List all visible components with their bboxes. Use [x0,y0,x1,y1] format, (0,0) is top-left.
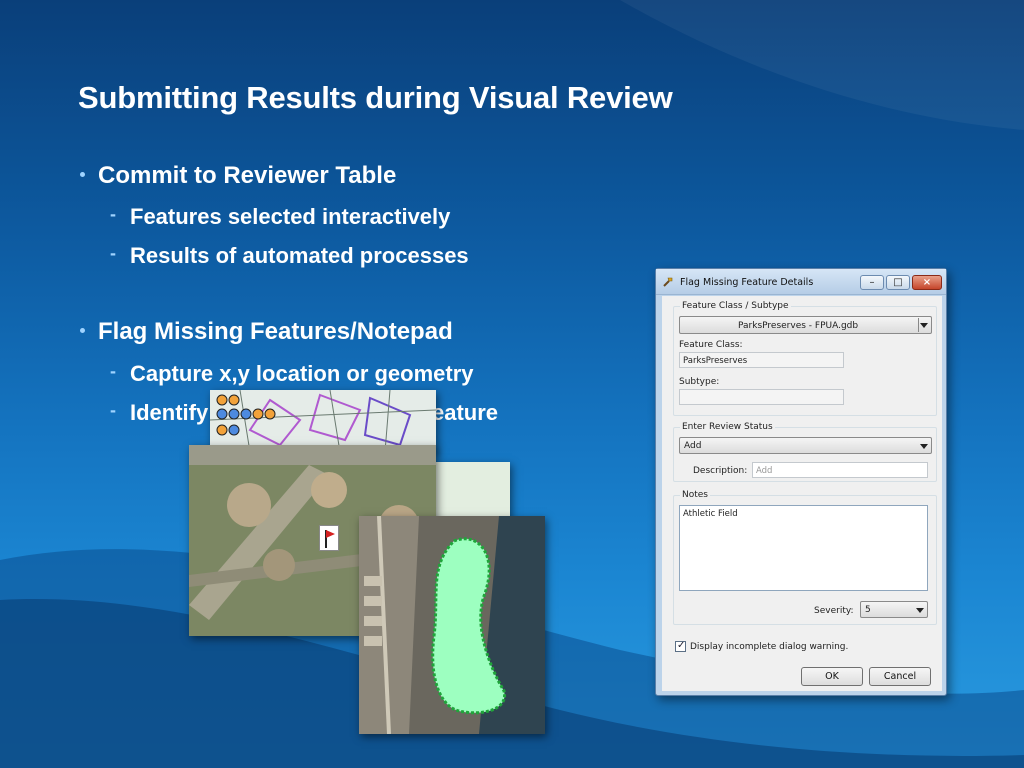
incomplete-warning-label: Display incomplete dialog warning. [690,642,849,652]
sub-bullet-automated-text: Results of automated processes [130,243,469,268]
minimize-button[interactable]: – [860,275,884,290]
hammer-icon [663,277,673,287]
dialog-client-area: Feature Class / Subtype ParksPreserves -… [662,296,942,691]
sub-bullet-feature-fragment-text: eature [432,400,499,425]
aerial-lake-image [359,516,545,734]
bullet-dot [80,328,85,333]
severity-select[interactable]: 5 [860,601,928,618]
checkmark-icon: ✓ [677,640,686,651]
subtype-label: Subtype: [679,377,720,387]
feature-class-combo-value: ParksPreserves - FPUA.gdb [738,321,859,331]
light-map-image [430,462,510,522]
bullet-commit: Commit to Reviewer Table [80,162,397,190]
review-status-group-label: Enter Review Status [680,422,775,432]
sub-bullet-identify-text: Identify [130,400,209,425]
bullet-flag-missing: Flag Missing Features/Notepad [80,318,453,346]
feature-class-group: Feature Class / Subtype ParksPreserves -… [673,301,937,416]
sub-bullet-feature-fragment: eature [432,400,498,426]
sub-bullet-capture: - Capture x,y location or geometry [110,361,474,386]
sub-bullet-identify: - Identify [110,400,209,425]
review-status-value: Add [684,441,702,451]
sub-bullet-automated: - Results of automated processes [110,243,469,268]
bullet-dot [80,172,85,177]
close-button[interactable]: × [912,275,942,290]
vector-map-drawing [210,390,436,452]
flag-missing-feature-dialog: Flag Missing Feature Details – □ × Featu… [655,268,947,696]
notes-group: Notes Athletic Field Severity: 5 [673,490,937,625]
maximize-button[interactable]: □ [886,275,910,290]
notes-group-label: Notes [680,490,710,500]
notes-value: Athletic Field [683,509,738,519]
notes-textarea[interactable]: Athletic Field [679,505,928,591]
bullet-commit-text: Commit to Reviewer Table [98,162,397,189]
flag-icon [319,525,339,551]
aerial-lake-drawing [359,516,545,734]
description-label: Description: [693,466,748,476]
close-icon: × [922,277,932,288]
minimize-icon: – [869,277,875,288]
slide-title: Submitting Results during Visual Review [78,80,673,115]
severity-label: Severity: [814,606,854,616]
subtype-field[interactable] [679,389,844,405]
feature-class-field-value: ParksPreserves [683,356,748,366]
dialog-title: Flag Missing Feature Details [680,277,814,288]
dialog-titlebar[interactable]: Flag Missing Feature Details – □ × [656,269,946,295]
sub-bullet-capture-text: Capture x,y location or geometry [130,361,474,386]
sub-bullet-interactive: - Features selected interactively [110,204,451,229]
sub-bullet-interactive-text: Features selected interactively [130,204,451,229]
feature-class-label: Feature Class: [679,340,743,350]
description-placeholder: Add [756,466,773,476]
cancel-button[interactable]: Cancel [869,667,931,686]
bullet-flag-missing-text: Flag Missing Features/Notepad [98,318,453,345]
severity-value: 5 [865,605,871,615]
maximize-icon: □ [893,277,903,288]
vector-map-image [210,390,436,452]
dropdown-arrow-icon [920,444,928,449]
dropdown-arrow-icon [916,608,924,613]
description-field[interactable]: Add [752,462,928,478]
feature-class-field[interactable]: ParksPreserves [679,352,844,368]
dropdown-arrow-icon [920,323,928,328]
ok-button[interactable]: OK [801,667,863,686]
incomplete-warning-checkbox[interactable]: ✓ [675,640,686,652]
review-status-group: Enter Review Status Add Description: Add [673,422,937,482]
feature-class-group-label: Feature Class / Subtype [680,301,791,311]
review-status-select[interactable]: Add [679,437,932,454]
feature-class-combo[interactable]: ParksPreserves - FPUA.gdb [679,316,932,334]
